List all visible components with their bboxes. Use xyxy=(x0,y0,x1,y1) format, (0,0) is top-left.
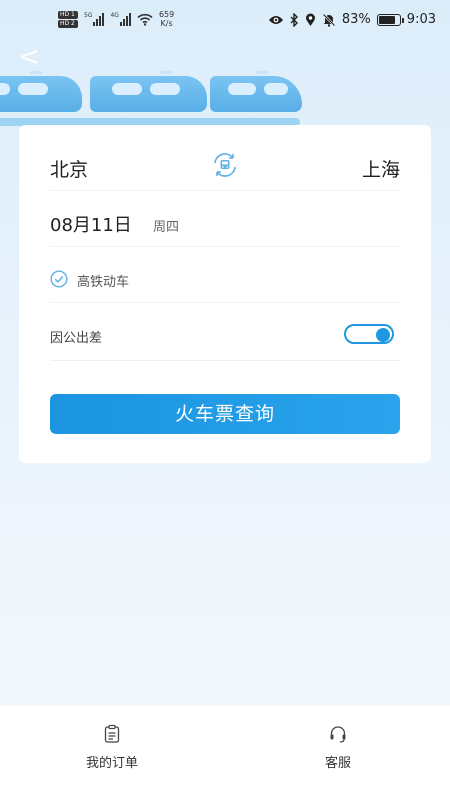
train-car xyxy=(0,71,82,112)
clipboard-icon xyxy=(104,724,120,743)
nav-customer-service-label: 客服 xyxy=(324,756,351,771)
train-search-button[interactable]: 火车票查询 xyxy=(50,394,400,434)
departure-city[interactable]: 北京 xyxy=(50,155,88,182)
bottom-nav: 我的订单 客服 xyxy=(0,706,450,800)
train-type-label[interactable]: 高铁动车 xyxy=(77,271,129,290)
route-row: 北京 上海 xyxy=(50,139,400,191)
business-trip-row: 因公出差 xyxy=(50,309,400,361)
nav-my-orders-label: 我的订单 xyxy=(85,756,138,771)
nav-my-orders[interactable]: 我的订单 xyxy=(52,724,172,771)
travel-date[interactable]: 08月11日 xyxy=(50,211,132,237)
nav-customer-service[interactable]: 客服 xyxy=(278,724,398,771)
check-circle-icon[interactable] xyxy=(50,270,68,288)
arrival-city[interactable]: 上海 xyxy=(362,155,400,182)
train-car xyxy=(90,71,207,112)
weekday-label: 周四 xyxy=(153,220,180,235)
swap-stations-icon[interactable] xyxy=(211,151,239,179)
train-type-row[interactable]: 高铁动车 xyxy=(50,253,400,303)
business-trip-label: 因公出差 xyxy=(50,331,103,346)
date-row[interactable]: 08月11日 周四 xyxy=(50,197,400,247)
business-trip-toggle[interactable] xyxy=(344,324,394,344)
toggle-knob xyxy=(376,327,390,342)
train-locomotive xyxy=(210,71,302,112)
back-button[interactable]: < xyxy=(18,42,48,72)
train-banner xyxy=(0,0,450,140)
headset-icon xyxy=(330,726,346,743)
search-card: 北京 上海 08月11日 周四 高铁动车 因公出差 火车票查询 xyxy=(19,125,431,463)
